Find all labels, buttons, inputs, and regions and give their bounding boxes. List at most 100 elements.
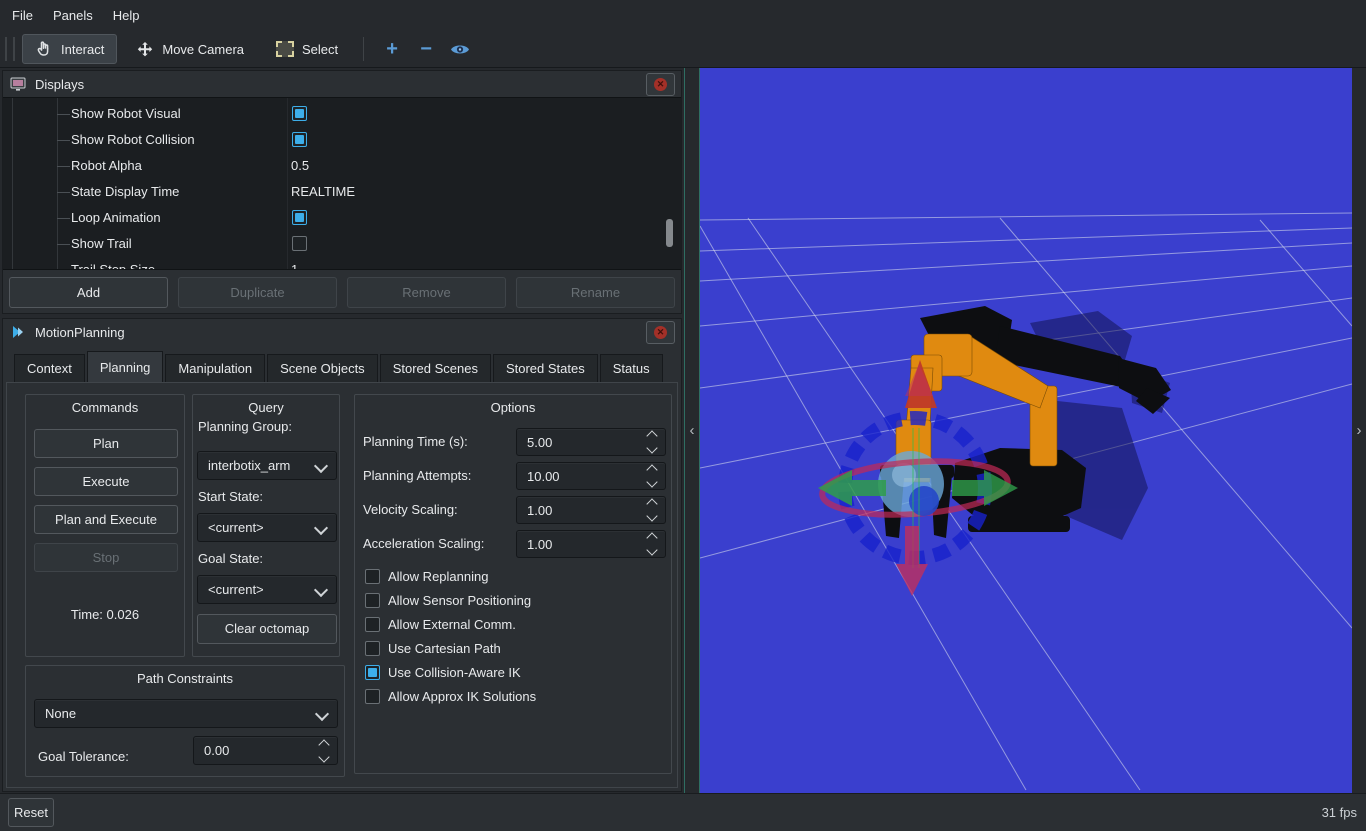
property-value[interactable]: 0.5 bbox=[291, 153, 309, 179]
monitor-icon bbox=[9, 75, 27, 93]
planning-group-label: Planning Group: bbox=[198, 419, 292, 434]
rename-display-button: Rename bbox=[516, 277, 675, 308]
tab-scene-objects[interactable]: Scene Objects bbox=[267, 354, 378, 382]
spin-down-icon[interactable] bbox=[646, 476, 657, 487]
spinbox-arrows-icon[interactable] bbox=[648, 500, 656, 520]
menu-file[interactable]: File bbox=[2, 0, 43, 31]
checkbox-checked-icon[interactable] bbox=[292, 132, 307, 147]
checkbox-label: Use Cartesian Path bbox=[388, 641, 501, 656]
panel-splitter-handle[interactable]: ‹ bbox=[684, 68, 700, 793]
move-camera-tool-button[interactable]: Move Camera bbox=[123, 34, 257, 64]
allow-sensor-positioning-checkbox-row[interactable]: Allow Sensor Positioning bbox=[365, 590, 531, 610]
minus-tool-button[interactable]: − bbox=[410, 35, 442, 63]
property-row[interactable]: Trail Step Size1 bbox=[3, 257, 681, 270]
spin-up-icon[interactable] bbox=[646, 498, 657, 509]
checkbox-checked-icon[interactable] bbox=[292, 210, 307, 225]
spinbox-arrows-icon[interactable] bbox=[648, 466, 656, 486]
start-state-dropdown[interactable]: <current> bbox=[197, 513, 337, 542]
menu-bar: FilePanelsHelp bbox=[0, 0, 1366, 31]
property-row[interactable]: Show Robot Visual bbox=[3, 101, 681, 127]
select-box-icon bbox=[276, 40, 294, 58]
checkbox-label: Use Collision-Aware IK bbox=[388, 665, 521, 680]
spin-up-icon[interactable] bbox=[646, 532, 657, 543]
checkbox-unchecked-icon[interactable] bbox=[365, 617, 380, 632]
spinbox-arrows-icon[interactable] bbox=[648, 534, 656, 554]
property-row[interactable]: Show Trail bbox=[3, 231, 681, 257]
menu-help[interactable]: Help bbox=[103, 0, 150, 31]
checkbox-checked-icon[interactable] bbox=[365, 665, 380, 680]
velocity-scaling-spinbox[interactable]: 1.00 bbox=[516, 496, 666, 524]
checkbox-unchecked-icon[interactable] bbox=[365, 641, 380, 656]
motion-planning-header[interactable]: MotionPlanning ✕ bbox=[3, 319, 681, 345]
tree-branch-line bbox=[57, 166, 70, 167]
spin-down-icon[interactable] bbox=[646, 510, 657, 521]
tab-manipulation[interactable]: Manipulation bbox=[165, 354, 265, 382]
tab-stored-scenes[interactable]: Stored Scenes bbox=[380, 354, 491, 382]
property-row[interactable]: Loop Animation bbox=[3, 205, 681, 231]
path-constraints-dropdown[interactable]: None bbox=[34, 699, 338, 728]
status-bar: Reset 31 fps bbox=[0, 793, 1366, 831]
allow-approx-ik-solutions-checkbox-row[interactable]: Allow Approx IK Solutions bbox=[365, 686, 536, 706]
interact-tool-button[interactable]: Interact bbox=[22, 34, 117, 64]
clear-octomap-button[interactable]: Clear octomap bbox=[197, 614, 337, 644]
property-label: Show Robot Visual bbox=[71, 101, 181, 127]
query-group-title: Query bbox=[193, 400, 339, 415]
spin-down-icon[interactable] bbox=[646, 544, 657, 555]
3d-viewport[interactable] bbox=[700, 68, 1352, 793]
checkbox-unchecked-icon[interactable] bbox=[365, 569, 380, 584]
property-row[interactable]: State Display TimeREALTIME bbox=[3, 179, 681, 205]
planning-group-dropdown[interactable]: interbotix_arm bbox=[197, 451, 337, 480]
checkbox-unchecked-icon[interactable] bbox=[365, 689, 380, 704]
plan-and-execute-button[interactable]: Plan and Execute bbox=[34, 505, 178, 534]
tab-status[interactable]: Status bbox=[600, 354, 663, 382]
menu-panels[interactable]: Panels bbox=[43, 0, 103, 31]
execute-button[interactable]: Execute bbox=[34, 467, 178, 496]
checkbox-unchecked-icon[interactable] bbox=[365, 593, 380, 608]
goal-state-dropdown[interactable]: <current> bbox=[197, 575, 337, 604]
planning-time-text: Time: 0.026 bbox=[26, 607, 184, 622]
checkbox-unchecked-icon[interactable] bbox=[292, 236, 307, 251]
property-label: Loop Animation bbox=[71, 205, 161, 231]
rviz-window: FilePanelsHelp InteractMove Camera Select… bbox=[0, 0, 1366, 831]
planning-tab-pane: Commands PlanExecutePlan and ExecuteStop… bbox=[6, 382, 678, 788]
property-row[interactable]: Robot Alpha0.5 bbox=[3, 153, 681, 179]
reset-button[interactable]: Reset bbox=[8, 798, 54, 827]
tree-branch-line bbox=[57, 218, 70, 219]
property-value[interactable]: 1 bbox=[291, 257, 298, 270]
tab-planning[interactable]: Planning bbox=[87, 351, 164, 382]
acceleration-scaling-spinbox[interactable]: 1.00 bbox=[516, 530, 666, 558]
toolbar-drag-handle[interactable] bbox=[5, 37, 15, 61]
displays-panel-header[interactable]: Displays ✕ bbox=[3, 71, 681, 97]
use-collision-aware-ik-checkbox-row[interactable]: Use Collision-Aware IK bbox=[365, 662, 521, 682]
allow-external-comm-checkbox-row[interactable]: Allow External Comm. bbox=[365, 614, 516, 634]
tool-button-label: Select bbox=[302, 42, 338, 57]
goal-tolerance-spinbox[interactable]: 0.00 bbox=[193, 736, 338, 765]
spin-up-icon[interactable] bbox=[646, 430, 657, 441]
displays-close-button[interactable]: ✕ bbox=[646, 73, 675, 96]
plus-tool-button[interactable]: + bbox=[376, 35, 408, 63]
spinbox-arrows-icon[interactable] bbox=[320, 741, 328, 761]
spin-down-icon[interactable] bbox=[646, 442, 657, 453]
left-panel-column: Displays ✕ Show Robot VisualShow Robot C… bbox=[0, 68, 684, 793]
use-cartesian-path-checkbox-row[interactable]: Use Cartesian Path bbox=[365, 638, 501, 658]
checkbox-checked-icon[interactable] bbox=[292, 106, 307, 121]
spin-up-icon[interactable] bbox=[646, 464, 657, 475]
right-collapse-strip[interactable]: › bbox=[1352, 68, 1366, 793]
allow-replanning-checkbox-row[interactable]: Allow Replanning bbox=[365, 566, 488, 586]
select-tool-button[interactable]: Select bbox=[263, 34, 351, 64]
tab-context[interactable]: Context bbox=[14, 354, 85, 382]
add-display-button[interactable]: Add bbox=[9, 277, 168, 308]
goal-tolerance-label: Goal Tolerance: bbox=[38, 742, 129, 771]
tree-branch-line bbox=[57, 244, 70, 245]
options-group: Options Planning Time (s):5.00Planning A… bbox=[354, 394, 672, 774]
planning-attempts-spinbox[interactable]: 10.00 bbox=[516, 462, 666, 490]
property-row[interactable]: Show Robot Collision bbox=[3, 127, 681, 153]
tab-stored-states[interactable]: Stored States bbox=[493, 354, 598, 382]
motion-planning-close-button[interactable]: ✕ bbox=[646, 321, 675, 344]
property-value[interactable]: REALTIME bbox=[291, 179, 355, 205]
spinbox-arrows-icon[interactable] bbox=[648, 432, 656, 452]
planning-time-s-spinbox[interactable]: 5.00 bbox=[516, 428, 666, 456]
plan-button[interactable]: Plan bbox=[34, 429, 178, 458]
eye-tool-button[interactable] bbox=[444, 35, 476, 63]
displays-property-list: Show Robot VisualShow Robot CollisionRob… bbox=[3, 97, 681, 270]
